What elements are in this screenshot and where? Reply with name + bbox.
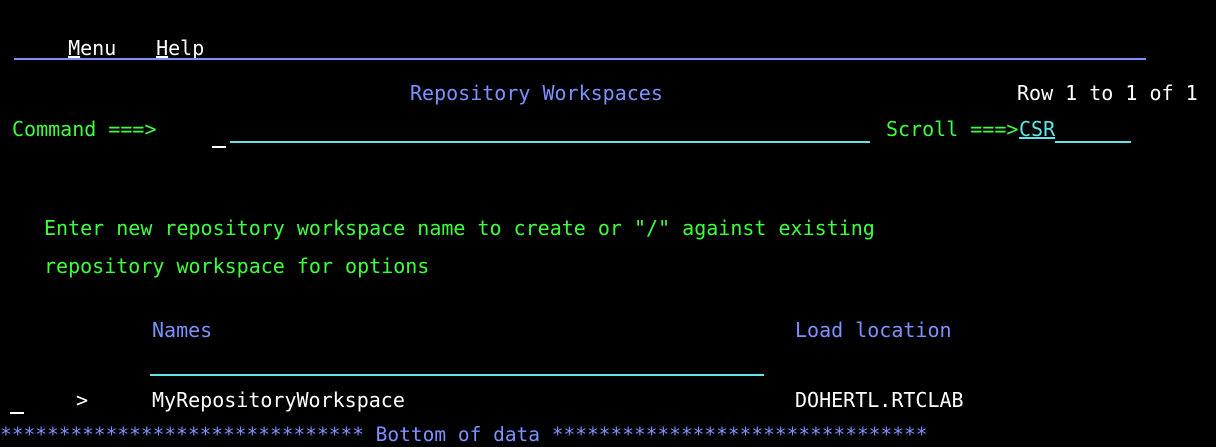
panel-title: Repository Workspaces <box>410 81 663 105</box>
column-header-load-location: Load location <box>795 318 952 342</box>
row-select-underline <box>10 412 24 414</box>
scroll-label: Scroll ===> <box>886 117 1019 141</box>
command-cursor <box>212 146 226 148</box>
menu-mnemonic: M <box>68 36 81 60</box>
new-workspace-name-underline <box>150 374 764 376</box>
command-input-underline <box>230 141 870 143</box>
instruction-line-2: repository workspace for options <box>44 254 430 278</box>
workspace-name: MyRepositoryWorkspace <box>152 388 405 412</box>
scroll-amount-field[interactable]: CSR <box>1019 117 1055 141</box>
row-info: Row 1 to 1 of 1 <box>1017 81 1198 105</box>
instruction-line-1: Enter new repository workspace name to c… <box>44 216 875 240</box>
menu-menu[interactable]: Menu <box>44 12 116 60</box>
row-marker: > <box>76 388 89 412</box>
bottom-of-data: ******************************* Bottom o… <box>0 423 928 446</box>
new-workspace-name-input[interactable] <box>150 350 764 374</box>
help-label-rest: elp <box>168 36 205 60</box>
menu-help[interactable]: Help <box>132 12 204 60</box>
row-select-field[interactable] <box>10 388 30 412</box>
workspace-load-location: DOHERTL.RTCLAB <box>795 388 964 412</box>
command-label: Command ===> <box>12 117 157 141</box>
menu-separator <box>14 58 1146 60</box>
menu-label-rest: enu <box>80 36 117 60</box>
column-header-names: Names <box>152 318 213 342</box>
command-input[interactable] <box>214 117 870 141</box>
help-mnemonic: H <box>156 36 169 60</box>
scroll-field-underline <box>1055 141 1131 143</box>
